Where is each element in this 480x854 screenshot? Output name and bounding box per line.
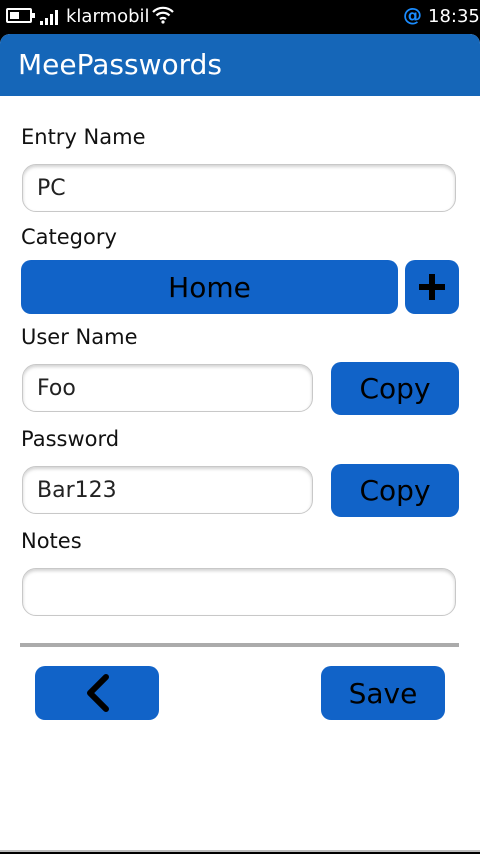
notes-field[interactable] xyxy=(22,568,456,616)
entry-name-label: Entry Name xyxy=(21,125,146,149)
status-bar: klarmobil @ 18:35 xyxy=(0,0,480,34)
clock: 18:35 xyxy=(428,6,480,27)
divider xyxy=(20,643,459,647)
page-title: MeePasswords xyxy=(0,34,480,96)
category-value: Home xyxy=(168,270,251,304)
password-label: Password xyxy=(21,427,120,451)
copy-username-button[interactable]: Copy xyxy=(331,362,459,415)
signal-icon xyxy=(40,9,60,25)
password-field[interactable]: Bar123 xyxy=(22,466,313,514)
entry-name-field[interactable]: PC xyxy=(22,164,456,212)
carrier-name: klarmobil xyxy=(66,6,150,27)
battery-icon xyxy=(6,8,35,23)
wifi-icon xyxy=(152,6,174,24)
copy-username-label: Copy xyxy=(359,372,431,405)
back-button[interactable] xyxy=(35,666,159,720)
back-arrow-icon xyxy=(87,674,109,712)
save-button[interactable]: Save xyxy=(321,666,445,720)
category-label: Category xyxy=(21,225,117,249)
notification-icon: @ xyxy=(403,4,422,26)
user-name-label: User Name xyxy=(21,325,138,349)
user-name-field[interactable]: Foo xyxy=(22,364,313,412)
category-selector[interactable]: Home xyxy=(21,260,398,314)
add-category-button[interactable] xyxy=(405,260,459,314)
copy-password-button[interactable]: Copy xyxy=(331,464,459,517)
bottom-edge xyxy=(0,850,480,852)
notes-label: Notes xyxy=(21,529,82,553)
save-label: Save xyxy=(348,676,418,710)
edit-entry-page: MeePasswords Entry Name PC Category Home… xyxy=(0,34,480,852)
copy-password-label: Copy xyxy=(359,474,431,507)
plus-icon xyxy=(419,274,445,300)
